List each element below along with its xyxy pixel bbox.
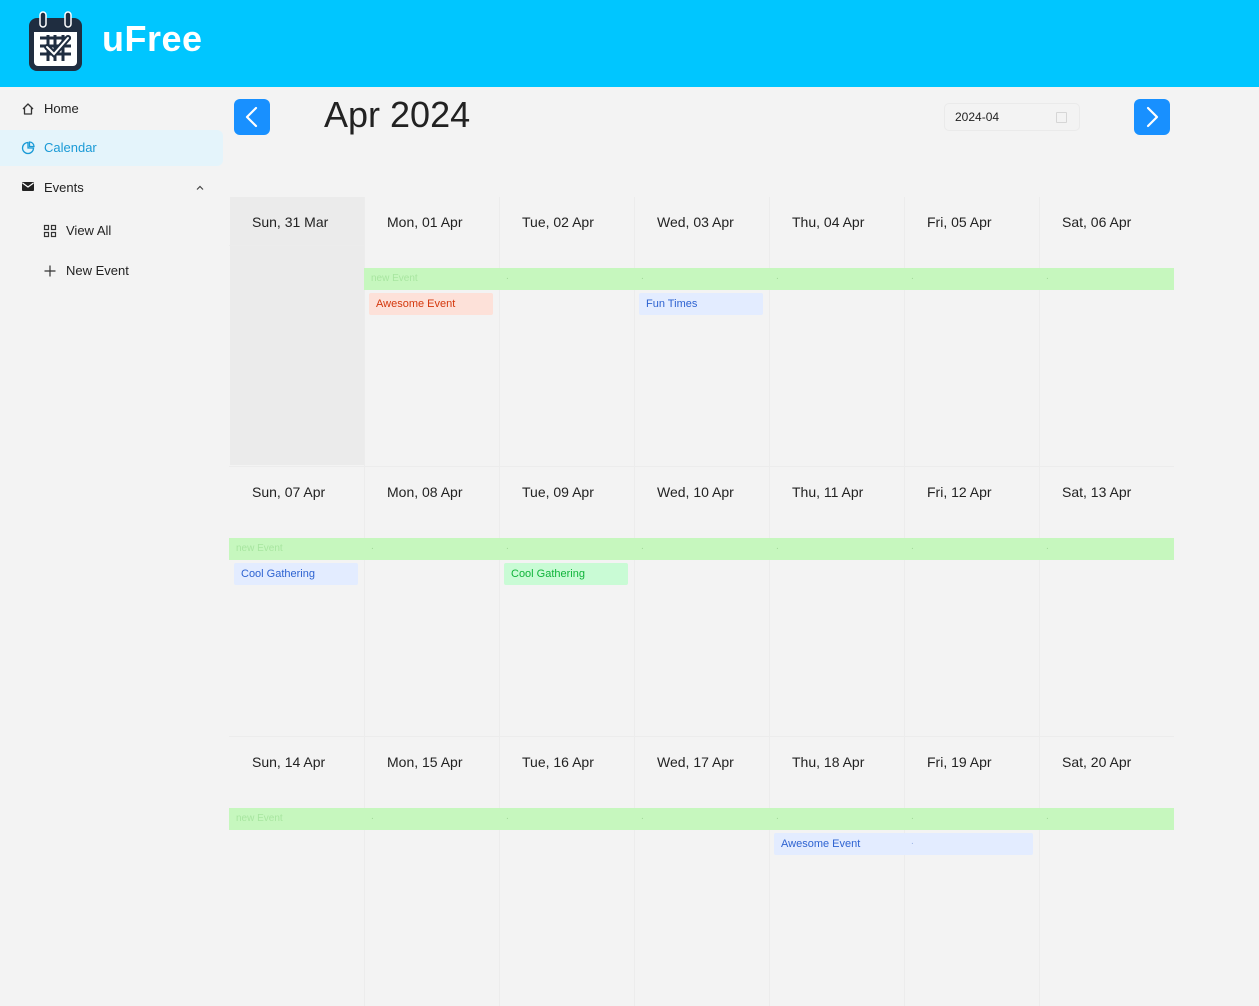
sidebar-item-label: Events: [44, 180, 84, 195]
event-dot: .: [911, 836, 914, 847]
event-chip[interactable]: Cool Gathering: [234, 563, 358, 585]
sidebar-item-events[interactable]: Events: [0, 170, 223, 206]
event-dot: .: [776, 271, 779, 282]
day-header[interactable]: Sat, 20 Apr: [1062, 754, 1197, 770]
mail-icon: [22, 182, 34, 191]
column-divider: [499, 197, 500, 1006]
month-picker-value: 2024-04: [955, 110, 1000, 124]
event-chip[interactable]: Fun Times: [639, 293, 763, 315]
calendar-check-icon[interactable]: [27, 11, 84, 74]
column-divider: [769, 197, 770, 1006]
day-header[interactable]: Wed, 10 Apr: [657, 484, 792, 500]
event-label: new Event: [371, 273, 418, 284]
sidebar-item-calendar[interactable]: Calendar: [0, 130, 223, 166]
month-title: Apr 2024: [324, 94, 471, 135]
sidebar-item-label: Calendar: [44, 140, 97, 155]
column-divider: [634, 197, 635, 1006]
event-dot: .: [776, 541, 779, 552]
event-chip[interactable]: Awesome Event: [774, 833, 1033, 855]
day-header[interactable]: Mon, 08 Apr: [387, 484, 522, 500]
app-title: uFree: [102, 18, 203, 59]
allday-event-bar[interactable]: new Event: [364, 268, 1174, 290]
chevron-right-icon: [1146, 106, 1159, 128]
sidebar-item-home[interactable]: Home: [0, 91, 223, 127]
day-header[interactable]: Sat, 06 Apr: [1062, 214, 1197, 230]
event-dot: .: [641, 271, 644, 282]
event-dot: .: [911, 271, 914, 282]
event-label: new Event: [236, 813, 283, 824]
plus-icon: [44, 265, 56, 277]
calendar-icon[interactable]: [1056, 112, 1067, 123]
sidebar: Home Calendar Events View All New Event: [0, 87, 230, 1006]
event-dot: .: [1046, 541, 1049, 552]
column-divider: [364, 197, 365, 1006]
event-label: new Event: [236, 543, 283, 554]
event-dot: .: [911, 541, 914, 552]
day-header[interactable]: Tue, 16 Apr: [522, 754, 657, 770]
day-header[interactable]: Thu, 04 Apr: [792, 214, 927, 230]
header-divider: [229, 245, 364, 246]
event-chip[interactable]: Cool Gathering: [504, 563, 628, 585]
day-header[interactable]: Mon, 15 Apr: [387, 754, 522, 770]
sidebar-item-label: View All: [66, 223, 112, 238]
day-header[interactable]: Sun, 31 Mar: [252, 214, 387, 230]
column-divider: [1039, 197, 1040, 1006]
event-dot: .: [1046, 811, 1049, 822]
event-dot: .: [641, 541, 644, 552]
outside-month-cell[interactable]: [230, 197, 364, 465]
day-header[interactable]: Tue, 09 Apr: [522, 484, 657, 500]
month-picker-input[interactable]: 2024-04: [944, 103, 1080, 131]
sidebar-item-new-event[interactable]: New Event: [0, 253, 223, 289]
sidebar-item-label: Home: [44, 101, 79, 116]
day-header[interactable]: Thu, 11 Apr: [792, 484, 927, 500]
day-header[interactable]: Fri, 12 Apr: [927, 484, 1062, 500]
prev-month-button[interactable]: [234, 99, 270, 135]
day-header[interactable]: Mon, 01 Apr: [387, 214, 522, 230]
week-divider: [229, 736, 1174, 737]
home-icon: [22, 103, 34, 115]
sidebar-item-label: New Event: [66, 263, 129, 278]
next-month-button[interactable]: [1134, 99, 1170, 135]
chevron-up-icon[interactable]: [195, 183, 205, 193]
event-dot: .: [641, 811, 644, 822]
day-header[interactable]: Wed, 03 Apr: [657, 214, 792, 230]
day-header[interactable]: Sun, 07 Apr: [252, 484, 387, 500]
event-dot: .: [506, 541, 509, 552]
event-dot: .: [371, 541, 374, 552]
day-header[interactable]: Wed, 17 Apr: [657, 754, 792, 770]
event-dot: .: [506, 811, 509, 822]
event-chip[interactable]: Awesome Event: [369, 293, 493, 315]
event-dot: .: [371, 811, 374, 822]
chevron-left-icon: [245, 106, 258, 128]
app-header: uFree: [0, 0, 1259, 87]
day-header[interactable]: Sun, 14 Apr: [252, 754, 387, 770]
pie-chart-icon: [21, 141, 35, 155]
day-header[interactable]: Sat, 13 Apr: [1062, 484, 1197, 500]
sidebar-item-view-all[interactable]: View All: [0, 213, 223, 249]
day-header[interactable]: Tue, 02 Apr: [522, 214, 657, 230]
month-grid: Sun, 31 Mar Mon, 01 Apr Tue, 02 Apr Wed,…: [229, 197, 1174, 1006]
week-divider: [229, 466, 1174, 467]
day-header[interactable]: Fri, 05 Apr: [927, 214, 1062, 230]
column-divider: [904, 197, 905, 1006]
day-header[interactable]: Fri, 19 Apr: [927, 754, 1062, 770]
event-dot: .: [506, 271, 509, 282]
event-dot: .: [911, 811, 914, 822]
event-dot: .: [776, 811, 779, 822]
event-dot: .: [1046, 271, 1049, 282]
grid-icon: [43, 224, 57, 238]
day-header[interactable]: Thu, 18 Apr: [792, 754, 927, 770]
